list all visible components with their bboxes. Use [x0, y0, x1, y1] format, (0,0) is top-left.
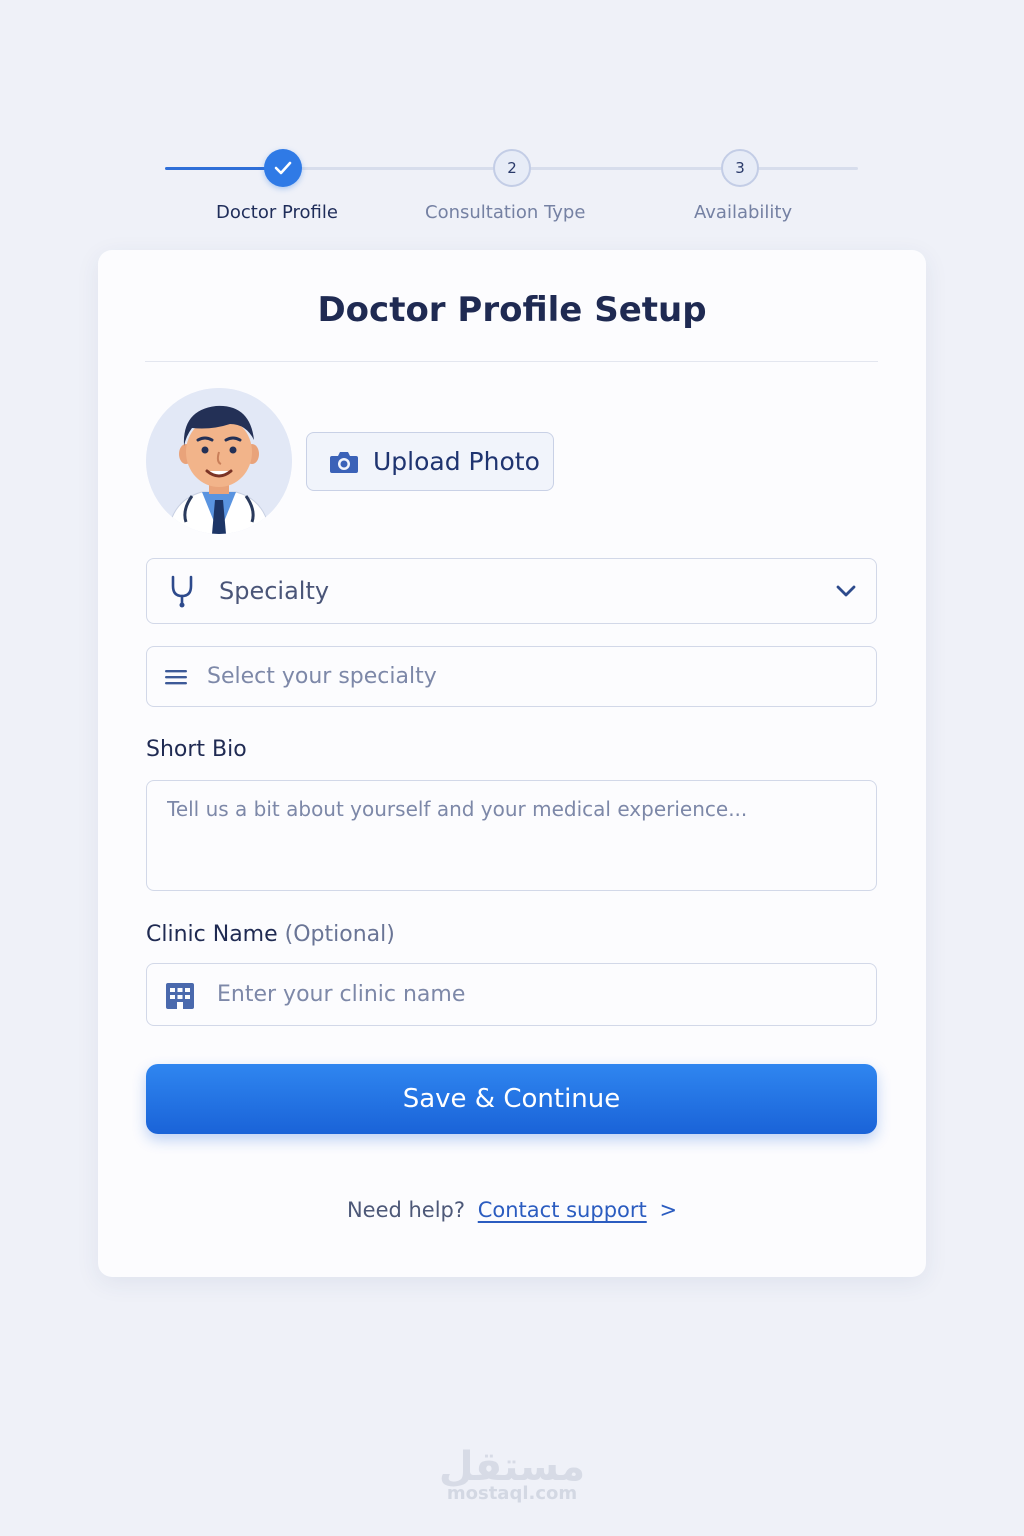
specialty-select-input[interactable]	[207, 664, 876, 689]
short-bio-field[interactable]	[146, 780, 877, 891]
step-3-indicator[interactable]: 3	[721, 149, 759, 187]
clinic-name-field[interactable]	[146, 963, 877, 1026]
profile-setup-card: Doctor Profile Setup Upload Photo Specia…	[98, 250, 926, 1277]
step-1-label[interactable]: Doctor Profile	[216, 202, 338, 223]
title-divider	[145, 361, 878, 362]
stepper-remaining-line	[283, 167, 858, 170]
specialty-dropdown[interactable]: Specialty	[146, 558, 877, 624]
short-bio-textarea[interactable]	[167, 795, 856, 875]
optional-hint: (Optional)	[284, 922, 395, 947]
doctor-avatar	[146, 388, 292, 534]
step-3-label[interactable]: Availability	[694, 202, 792, 223]
stethoscope-icon	[169, 574, 197, 608]
step-2-label[interactable]: Consultation Type	[425, 202, 585, 223]
clinic-name-label-text: Clinic Name	[146, 922, 278, 947]
step-1-check-icon[interactable]	[264, 149, 302, 187]
step-2-indicator[interactable]: 2	[493, 149, 531, 187]
watermark-logo-latin: mostaql.com	[446, 1483, 578, 1504]
clinic-name-input[interactable]	[217, 982, 876, 1007]
upload-photo-label: Upload Photo	[373, 447, 540, 476]
upload-photo-button[interactable]: Upload Photo	[306, 432, 554, 491]
specialty-value: Specialty	[219, 577, 330, 605]
page-title: Doctor Profile Setup	[317, 290, 707, 330]
chevron-down-icon[interactable]	[836, 582, 856, 601]
help-text: Need help?	[346, 1198, 466, 1222]
list-icon	[163, 667, 189, 687]
building-icon	[165, 980, 195, 1010]
short-bio-label: Short Bio	[146, 737, 247, 762]
specialty-select-field[interactable]	[146, 646, 877, 707]
help-line: Need help? Contact support >	[98, 1198, 926, 1222]
camera-icon	[329, 450, 359, 474]
clinic-name-label: Clinic Name (Optional)	[146, 922, 395, 947]
save-continue-button[interactable]: Save & Continue	[146, 1064, 877, 1134]
progress-stepper: 2 3 Doctor Profile Consultation Type Ava…	[0, 0, 1024, 240]
contact-support-link[interactable]: Contact support	[478, 1198, 647, 1222]
chevron-right-icon[interactable]: >	[659, 1198, 677, 1222]
